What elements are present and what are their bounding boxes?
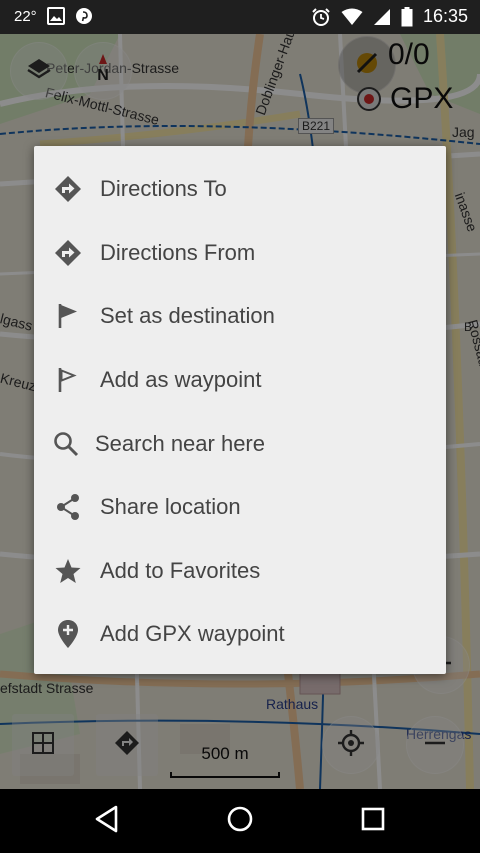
directions-icon [54,239,82,267]
search-icon [52,430,80,458]
menu-item-directions-to[interactable]: Directions To [34,158,446,220]
menu-item-add-favorites[interactable]: Add to Favorites [34,540,446,602]
menu-item-add-waypoint[interactable]: Add as waypoint [34,349,446,411]
menu-item-set-destination[interactable]: Set as destination [34,285,446,347]
back-button[interactable] [87,803,127,839]
directions-icon [54,175,82,203]
pinterest-icon [75,7,93,25]
temperature-text: 22° [14,7,37,25]
wifi-icon [341,8,363,26]
signal-icon [373,8,391,26]
gallery-icon [46,7,65,25]
menu-item-share-location[interactable]: Share location [34,476,446,538]
home-circle-icon [226,805,254,838]
recents-square-icon [360,806,386,837]
menu-item-label: Directions From [100,240,256,265]
menu-item-label: Add to Favorites [100,558,261,583]
add-location-icon [54,620,82,648]
status-bar: 22° 16:35 [0,0,480,34]
menu-item-label: Add as waypoint [100,367,262,392]
back-triangle-icon [94,805,120,838]
menu-item-label: Search near here [95,431,265,456]
battery-icon [401,6,413,27]
flag-outline-icon [54,366,82,394]
menu-item-add-gpx-waypoint[interactable]: Add GPX waypoint [34,603,446,665]
system-navigation-bar [0,789,480,853]
menu-item-directions-from[interactable]: Directions From [34,222,446,284]
menu-item-label: Share location [100,494,241,519]
clock-text: 16:35 [422,6,468,26]
recents-button[interactable] [353,803,393,839]
menu-item-label: Set as destination [100,303,275,328]
share-icon [54,493,82,521]
home-button[interactable] [220,803,260,839]
menu-item-label: Directions To [100,176,227,201]
star-icon [54,557,82,585]
alarm-icon [311,7,331,27]
context-menu: Directions To Directions From Set as des… [34,146,446,674]
menu-item-search-near[interactable]: Search near here [34,413,446,475]
menu-item-label: Add GPX waypoint [100,621,285,646]
flag-filled-icon [54,302,82,330]
